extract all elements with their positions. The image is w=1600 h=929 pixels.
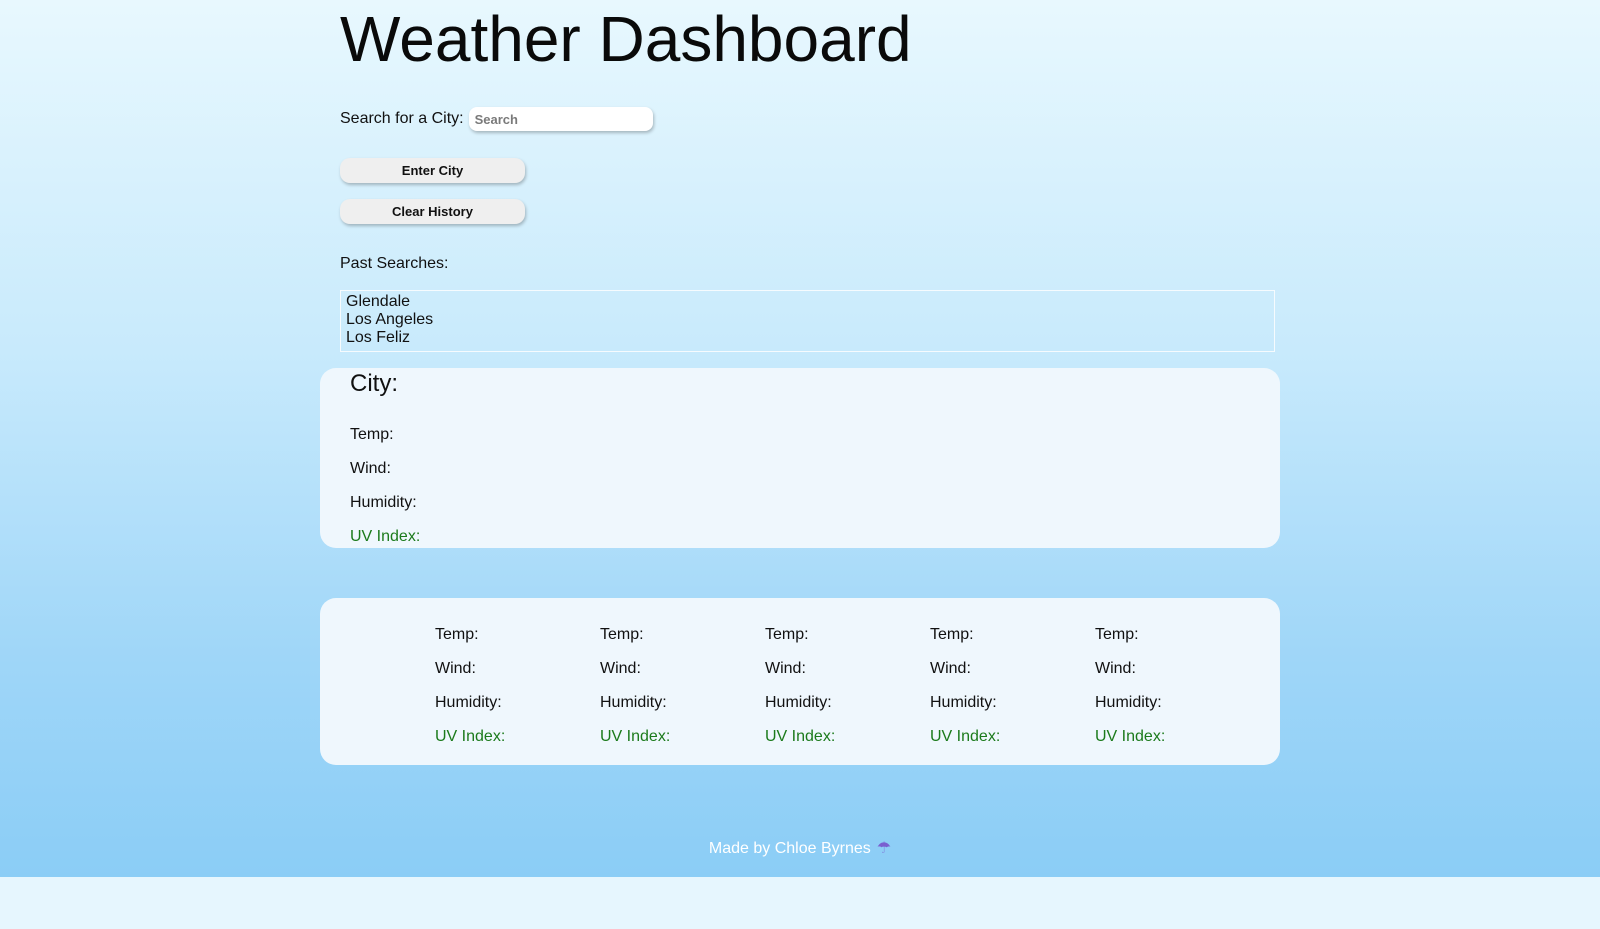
current-wind: Wind:	[350, 460, 391, 477]
forecast-day: Temp: Wind: Humidity: UV Index:	[1095, 626, 1235, 762]
past-search-item[interactable]: Los Angeles	[346, 311, 1269, 329]
forecast-humidity: Humidity:	[435, 694, 502, 711]
past-search-item[interactable]: Los Feliz	[346, 329, 1269, 347]
current-temp: Temp:	[350, 426, 394, 443]
forecast-uv-index: UV Index:	[1095, 728, 1166, 745]
current-uv-index: UV Index:	[350, 528, 421, 545]
forecast-wind: Wind:	[765, 660, 806, 677]
forecast-uv-index: UV Index:	[930, 728, 1001, 745]
current-weather-card: City: Temp: Wind: Humidity: UV Index:	[320, 368, 1280, 548]
forecast-wind: Wind:	[1095, 660, 1136, 677]
current-city-label: City:	[350, 370, 398, 397]
forecast-day: Temp: Wind: Humidity: UV Index:	[765, 626, 905, 762]
forecast-temp: Temp:	[930, 626, 974, 643]
past-searches-label: Past Searches:	[340, 255, 449, 272]
forecast-uv-index: UV Index:	[435, 728, 506, 745]
forecast-wind: Wind:	[435, 660, 476, 677]
umbrella-icon: ☂	[876, 840, 892, 857]
forecast-wind: Wind:	[930, 660, 971, 677]
forecast-day: Temp: Wind: Humidity: UV Index:	[930, 626, 1070, 762]
past-search-item[interactable]: Glendale	[346, 293, 1269, 311]
forecast-day: Temp: Wind: Humidity: UV Index:	[600, 626, 740, 762]
forecast-humidity: Humidity:	[765, 694, 832, 711]
clear-history-button[interactable]: Clear History	[340, 199, 525, 224]
search-input[interactable]	[468, 107, 653, 131]
forecast-day: Temp: Wind: Humidity: UV Index:	[435, 626, 575, 762]
forecast-wind: Wind:	[600, 660, 641, 677]
forecast-humidity: Humidity:	[1095, 694, 1162, 711]
forecast-uv-index: UV Index:	[765, 728, 836, 745]
forecast-humidity: Humidity:	[600, 694, 667, 711]
footer-credit: Made by Chloe Byrnes	[708, 840, 871, 857]
forecast-uv-index: UV Index:	[600, 728, 671, 745]
enter-city-button[interactable]: Enter City	[340, 158, 525, 183]
forecast-temp: Temp:	[1095, 626, 1139, 643]
footer: Made by Chloe Byrnes ☂	[0, 838, 1600, 858]
current-humidity: Humidity:	[350, 494, 417, 511]
search-row: Search for a City:	[340, 107, 653, 131]
search-label: Search for a City:	[340, 110, 464, 127]
page-title: Weather Dashboard	[340, 3, 912, 75]
past-searches-list: Glendale Los Angeles Los Feliz	[340, 290, 1275, 352]
forecast-temp: Temp:	[765, 626, 809, 643]
forecast-humidity: Humidity:	[930, 694, 997, 711]
forecast-card: Temp: Wind: Humidity: UV Index: Temp: Wi…	[320, 598, 1280, 765]
forecast-temp: Temp:	[435, 626, 479, 643]
forecast-temp: Temp:	[600, 626, 644, 643]
